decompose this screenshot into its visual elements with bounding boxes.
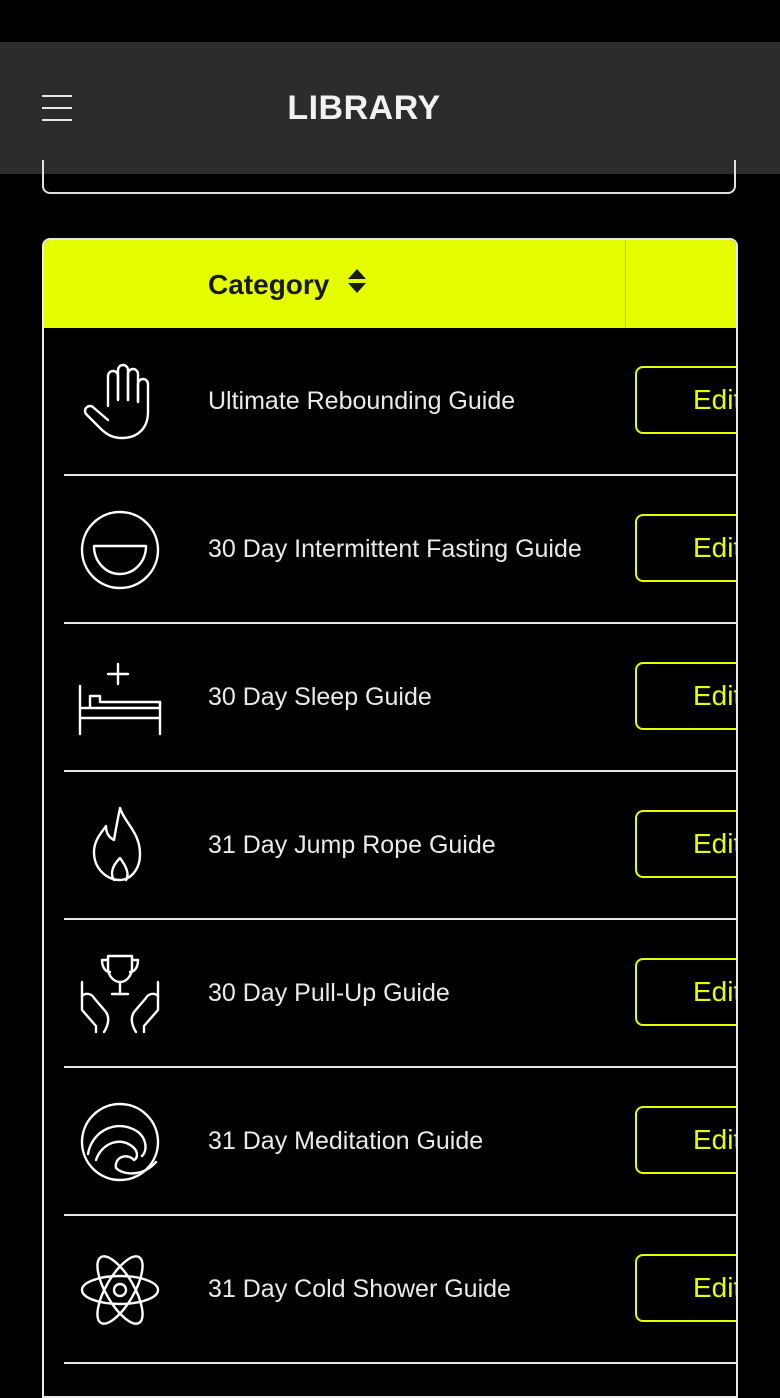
table-row[interactable]: 31 Day Meditation Guide Edit: [64, 1068, 736, 1216]
edit-button[interactable]: Edit: [635, 514, 736, 582]
row-label: 30 Day Intermittent Fasting Guide: [208, 535, 582, 563]
hand-icon: [78, 360, 162, 444]
sort-up-down-icon[interactable]: [347, 240, 367, 330]
bed-icon: [78, 656, 162, 740]
row-label: 30 Day Pull-Up Guide: [208, 979, 450, 1007]
row-label: 31 Day Jump Rope Guide: [208, 831, 496, 859]
flame-icon: [78, 804, 162, 888]
edit-button[interactable]: Edit: [635, 366, 736, 434]
row-label: 30 Day Sleep Guide: [208, 683, 432, 711]
edit-button[interactable]: Edit: [635, 810, 736, 878]
table-row[interactable]: 30 Day Sleep Guide Edit: [64, 624, 736, 772]
edit-button[interactable]: Edit: [635, 1254, 736, 1322]
header-column-divider: [625, 240, 626, 328]
atom-icon: [78, 1248, 162, 1332]
library-table: Category Ultimate Rebounding Guide Edit: [42, 238, 738, 1398]
table-row[interactable]: 31 Day Cold Shower Guide Edit: [64, 1216, 736, 1364]
row-label: Ultimate Rebounding Guide: [208, 387, 516, 415]
category-header-label: Category: [208, 269, 330, 300]
wave-swirl-icon: [78, 1100, 162, 1184]
app-header: LIBRARY: [0, 42, 780, 174]
table-header: Category: [44, 240, 736, 328]
table-row[interactable]: 30 Day Intermittent Fasting Guide Edit: [64, 476, 736, 624]
category-column-header[interactable]: Category: [208, 240, 367, 328]
row-label: 31 Day Cold Shower Guide: [208, 1275, 511, 1303]
bowl-smile-icon: [78, 508, 162, 592]
edit-button[interactable]: Edit: [635, 1106, 736, 1174]
page-title: LIBRARY: [287, 89, 441, 127]
table-row[interactable]: 31 Day Jump Rope Guide Edit: [64, 772, 736, 920]
table-row[interactable]: 30 Day Pull-Up Guide Edit: [64, 920, 736, 1068]
row-label: 31 Day Meditation Guide: [208, 1127, 484, 1155]
search-box[interactable]: [42, 160, 736, 194]
trophy-hands-icon: [78, 952, 162, 1036]
edit-button[interactable]: Edit: [635, 662, 736, 730]
status-bar: [0, 0, 780, 42]
table-row[interactable]: Ultimate Rebounding Guide Edit: [64, 328, 736, 476]
edit-button[interactable]: Edit: [635, 958, 736, 1026]
